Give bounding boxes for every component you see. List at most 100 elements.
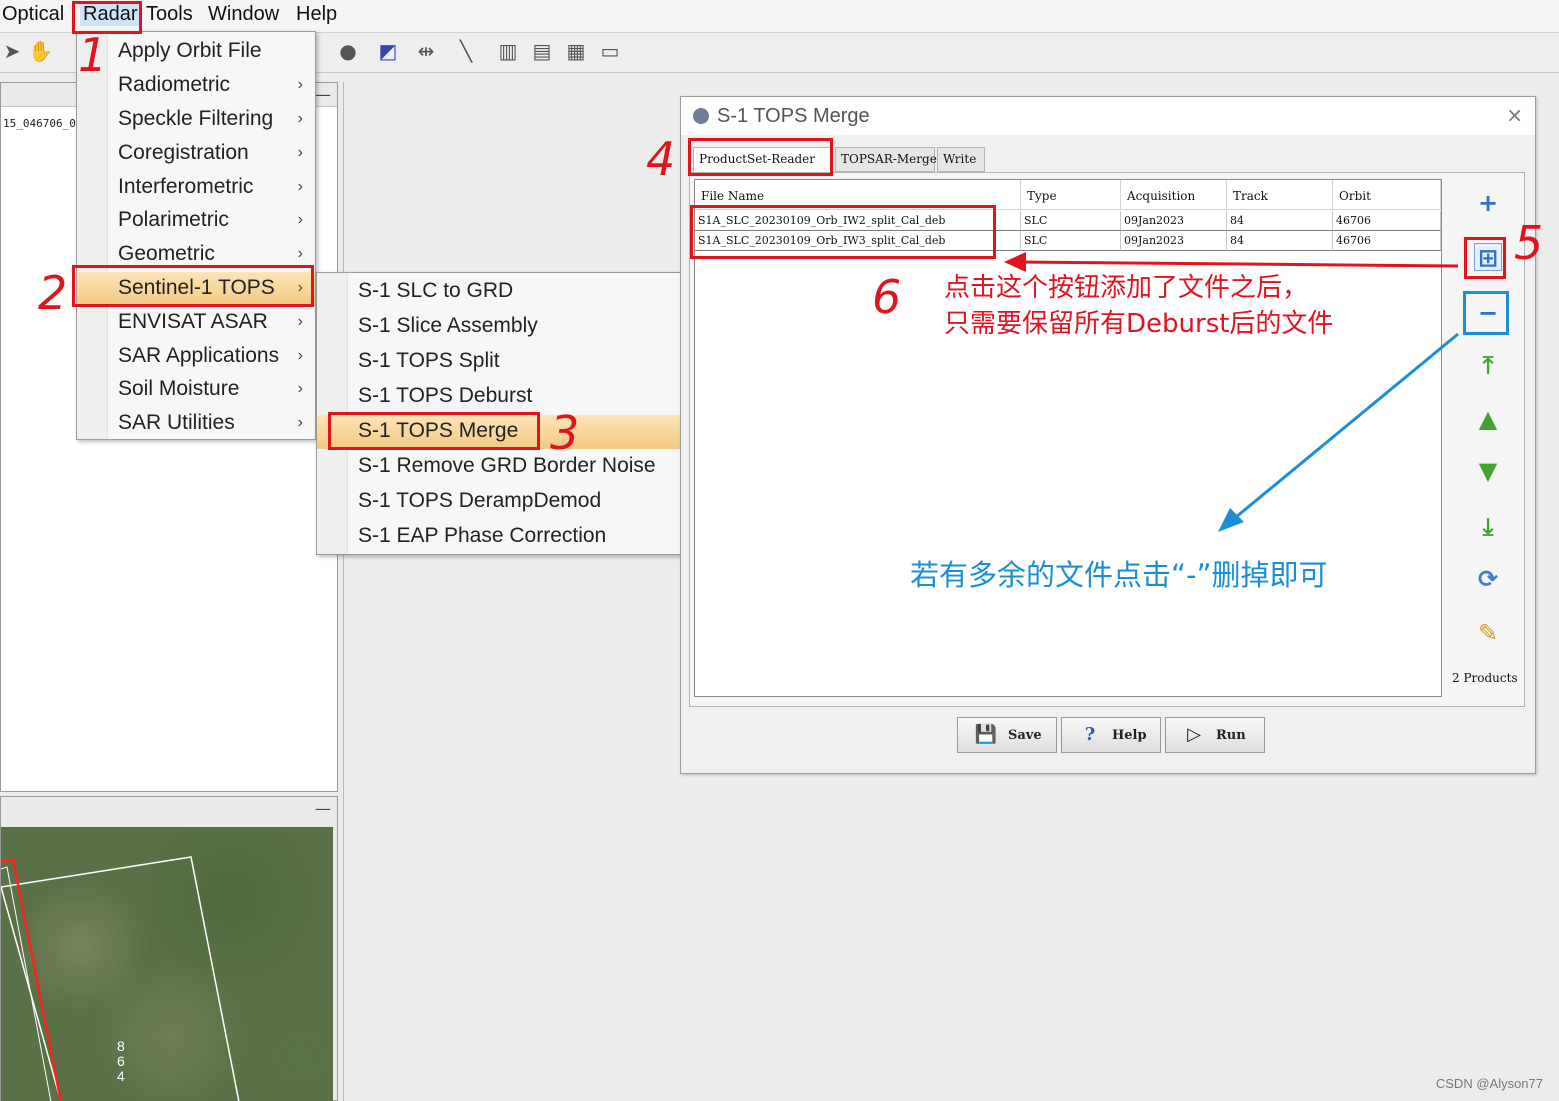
menu-optical[interactable]: Optical (2, 3, 64, 26)
clear-broom-icon[interactable]: ✎ (1474, 619, 1502, 647)
column-header-track[interactable]: Track (1227, 180, 1333, 210)
menu-window[interactable]: Window (208, 3, 279, 26)
chevron-right-icon: › (297, 76, 303, 93)
footprint-edge (1, 866, 52, 1101)
map-label: 8 6 4 (117, 1039, 125, 1084)
minimize-icon[interactable]: — (315, 85, 331, 104)
menu-item-coregistration[interactable]: Coregistration › (77, 137, 315, 171)
menu-item-polarimetric[interactable]: Polarimetric › (77, 204, 315, 238)
menu-item-label: Soil Moisture (118, 377, 240, 400)
move-bottom-icon[interactable]: ⤓ (1474, 513, 1502, 541)
table-cell-track[interactable]: 84 (1227, 211, 1333, 231)
annotation-box-add (1464, 237, 1506, 279)
selected-footprint (1, 857, 63, 1101)
table-cell-orbit[interactable]: 46706 (1333, 231, 1441, 251)
map-label-line: 8 (117, 1038, 125, 1054)
run-button-label: Run (1216, 728, 1246, 743)
menu-item-speckle-filtering[interactable]: Speckle Filtering › (77, 103, 315, 137)
menu-item-label: Speckle Filtering (118, 107, 274, 130)
distance-tool-icon[interactable]: ⇹ (414, 39, 438, 63)
product-node-label[interactable]: 15_046706_0 (3, 117, 76, 130)
menu-item-label: S-1 Slice Assembly (358, 314, 538, 337)
run-button[interactable]: ▷ Run (1165, 717, 1265, 753)
table-cell-type[interactable]: SLC (1021, 231, 1121, 251)
save-button[interactable]: 💾 Save (957, 717, 1057, 753)
menu-item-s1-tops-derampdemod[interactable]: S-1 TOPS DerampDemod (317, 485, 695, 519)
tops-merge-dialog: S-1 TOPS Merge × ProductSet-Reader TOPSA… (680, 96, 1536, 774)
table-cell-type[interactable]: SLC (1021, 211, 1121, 231)
column-header-acquisition[interactable]: Acquisition (1121, 180, 1227, 210)
annotation-box-merge (328, 412, 540, 450)
annotation-box-tab (688, 138, 833, 176)
menu-item-s1-slice-assembly[interactable]: S-1 Slice Assembly (317, 310, 695, 344)
table-cell-acquisition[interactable]: 09Jan2023 (1121, 211, 1227, 231)
annotation-number: 4 (646, 132, 676, 186)
menu-item-s1-remove-grd-border-noise[interactable]: S-1 Remove GRD Border Noise (317, 450, 695, 484)
column-header-type[interactable]: Type (1021, 180, 1121, 210)
menu-item-label: S-1 SLC to GRD (358, 279, 514, 302)
add-icon[interactable]: + (1474, 189, 1502, 217)
close-icon[interactable]: × (1506, 103, 1523, 127)
menu-item-soil-moisture[interactable]: Soil Moisture › (77, 373, 315, 407)
arrow-tool-icon[interactable]: ➤ (0, 39, 24, 63)
help-button[interactable]: ? Help (1061, 717, 1161, 753)
menu-item-sar-applications[interactable]: SAR Applications › (77, 340, 315, 374)
menu-item-radiometric[interactable]: Radiometric › (77, 69, 315, 103)
menu-item-label: Apply Orbit File (118, 39, 262, 62)
menu-help[interactable]: Help (296, 3, 337, 26)
tile-horizontal-icon[interactable]: ▤ (530, 39, 554, 63)
pin-tool-icon[interactable]: ● (336, 39, 360, 63)
chevron-right-icon: › (297, 414, 303, 431)
tab-topsar-merge[interactable]: TOPSAR-Merge (835, 147, 937, 172)
chevron-right-icon: › (297, 178, 303, 195)
instruction-note-blue: 若有多余的文件点击“-”删掉即可 (910, 558, 1328, 592)
window-icon[interactable]: ▭ (598, 39, 622, 63)
radar-menu: Apply Orbit File Radiometric › Speckle Fi… (76, 31, 316, 440)
tab-write[interactable]: Write (937, 147, 985, 172)
menu-item-label: S-1 EAP Phase Correction (358, 524, 607, 547)
map-label-line: 6 (117, 1053, 125, 1069)
menu-item-apply-orbit-file[interactable]: Apply Orbit File (77, 35, 315, 69)
menu-item-label: Coregistration (118, 141, 249, 164)
footprint-overlay (1, 856, 240, 1101)
annotation-box-sentinel (72, 265, 314, 307)
watermark: CSDN @Alyson77 (1435, 1076, 1543, 1091)
menu-item-s1-slc-to-grd[interactable]: S-1 SLC to GRD (317, 275, 695, 309)
menu-item-sar-utilities[interactable]: SAR Utilities › (77, 407, 315, 441)
range-finder-icon[interactable]: ◩ (376, 39, 400, 63)
app-window: Optical Radar Tools Window Help ➤ ✋ ● ◩ … (0, 0, 1559, 1101)
menu-item-envisat-asar[interactable]: ENVISAT ASAR › (77, 306, 315, 340)
dialog-title: S-1 TOPS Merge (717, 105, 870, 127)
map-label-line: 4 (117, 1068, 125, 1084)
move-up-icon[interactable]: ▲ (1474, 405, 1502, 433)
tile-evenly-icon[interactable]: ▥ (496, 39, 520, 63)
column-header-orbit[interactable]: Orbit (1333, 180, 1441, 210)
menu-item-s1-eap-phase-correction[interactable]: S-1 EAP Phase Correction (317, 520, 695, 554)
help-button-label: Help (1112, 728, 1147, 743)
save-icon: 💾 (974, 724, 998, 745)
menu-tools[interactable]: Tools (146, 3, 193, 26)
satellite-map[interactable]: 8 6 4 (1, 827, 333, 1101)
table-cell-acquisition[interactable]: 09Jan2023 (1121, 231, 1227, 251)
note-line: 点击这个按钮添加了文件之后， (944, 273, 1309, 303)
pan-hand-icon[interactable]: ✋ (28, 39, 53, 63)
menu-item-s1-tops-deburst[interactable]: S-1 TOPS Deburst (317, 380, 695, 414)
tile-grid-icon[interactable]: ▦ (564, 39, 588, 63)
menu-item-label: SAR Utilities (118, 411, 235, 434)
magic-wand-icon[interactable]: ╲ (454, 39, 478, 63)
menu-bar: Optical Radar Tools Window Help (0, 0, 1559, 33)
move-top-icon[interactable]: ⤒ (1474, 351, 1502, 379)
move-down-icon[interactable]: ▼ (1474, 457, 1502, 485)
minimize-icon[interactable]: — (315, 799, 331, 818)
help-icon: ? (1084, 724, 1096, 745)
annotation-box-remove (1463, 291, 1509, 335)
annotation-number: 6 (872, 270, 902, 324)
world-view-panel: — 8 6 4 (0, 796, 338, 1101)
menu-item-label: S-1 TOPS Deburst (358, 384, 533, 407)
table-cell-track[interactable]: 84 (1227, 231, 1333, 251)
refresh-icon[interactable]: ⟳ (1474, 565, 1502, 593)
menu-item-interferometric[interactable]: Interferometric › (77, 171, 315, 205)
menu-item-s1-tops-split[interactable]: S-1 TOPS Split (317, 345, 695, 379)
dialog-title-bar: S-1 TOPS Merge × (681, 97, 1535, 135)
table-cell-orbit[interactable]: 46706 (1333, 211, 1441, 231)
